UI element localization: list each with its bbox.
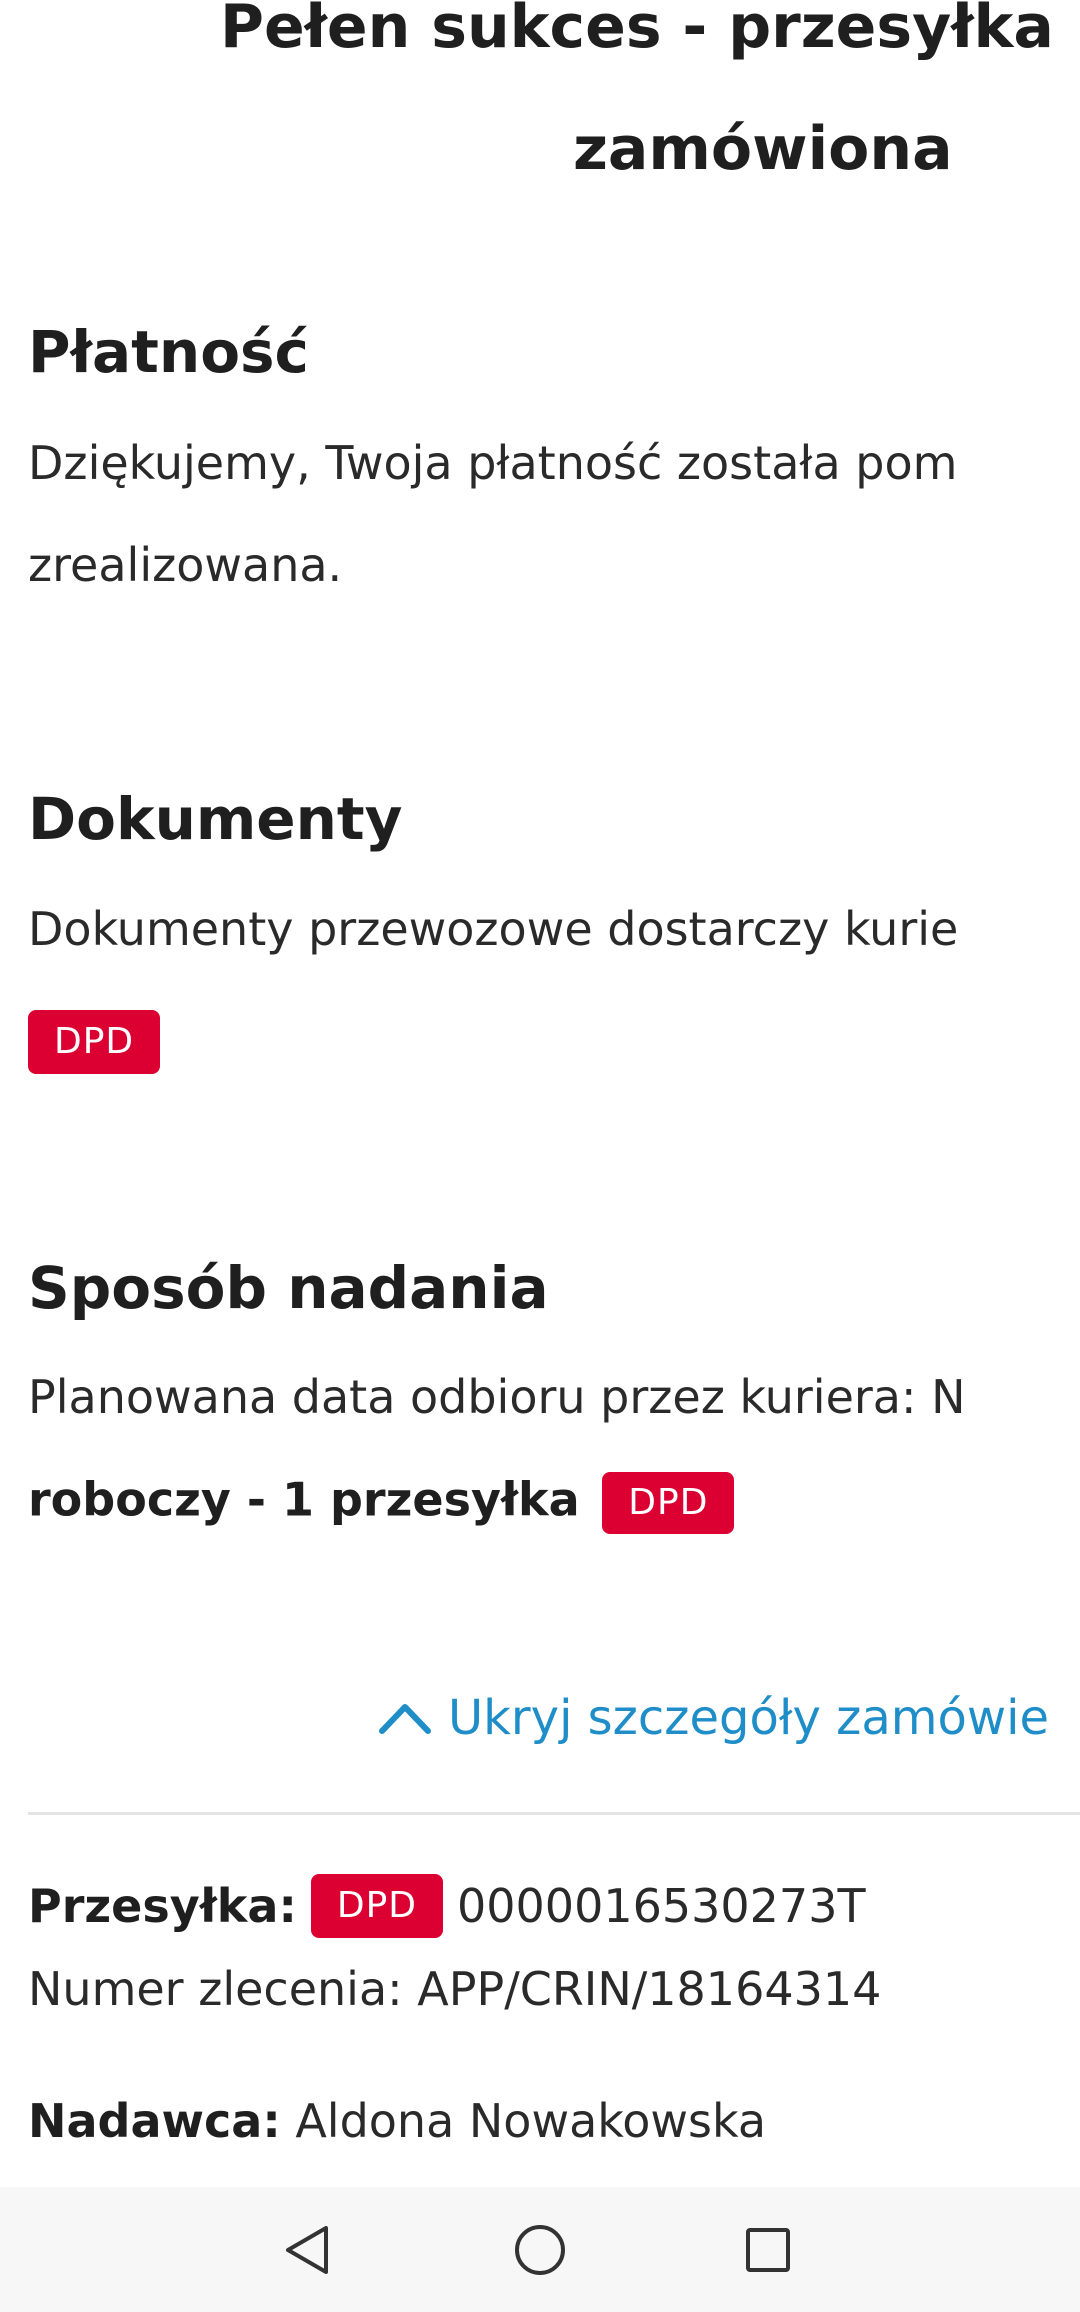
sender-label: Nadawca:: [28, 2094, 281, 2148]
shipment-dpd-badge: DPD: [310, 1874, 443, 1938]
section-divider: [28, 1812, 1080, 1815]
shipment-number: 0000016530273T: [457, 1879, 866, 1933]
recents-button[interactable]: [733, 2215, 803, 2285]
documents-heading: Dokumenty: [28, 785, 403, 853]
documents-dpd-badge: DPD: [28, 1010, 161, 1074]
shipping-method-heading: Sposób nadania: [28, 1254, 549, 1322]
back-button[interactable]: [272, 2215, 342, 2285]
shipping-dpd-badge: DPD: [602, 1472, 735, 1534]
recents-square-icon: [746, 2228, 790, 2272]
home-button[interactable]: [505, 2215, 575, 2285]
shipment-label: Przesyłka:: [28, 1879, 297, 1933]
payment-heading: Płatność: [28, 318, 309, 386]
page-title-line1: Pełen sukces - przesyłka: [220, 0, 1054, 62]
documents-text: Dokumenty przewozowe dostarczy kurie: [28, 902, 959, 956]
payment-text-line1: Dziękujemy, Twoja płatność została pom: [28, 436, 958, 490]
hide-order-details-label: Ukryj szczegóły zamówie: [448, 1690, 1049, 1746]
pickup-summary: roboczy - 1 przesyłka: [28, 1472, 580, 1527]
chevron-up-icon: [379, 1704, 431, 1734]
system-navigation-bar: [0, 2187, 1080, 2312]
page-title-line2: zamówiona: [573, 114, 953, 184]
shipment-row: Przesyłka: DPD 0000016530273T: [28, 1874, 866, 1938]
hide-order-details-link[interactable]: Ukryj szczegóły zamówie: [378, 1690, 1049, 1746]
shipping-method-text-line1: Planowana data odbioru przez kuriera: N: [28, 1370, 966, 1424]
payment-text-line2: zrealizowana.: [28, 538, 343, 592]
order-confirmation-page: Pełen sukces - przesyłka zamówiona Płatn…: [0, 0, 1080, 2187]
back-triangle-icon: [286, 2226, 328, 2274]
shipping-method-text-line2: roboczy - 1 przesyłka DPD: [28, 1472, 735, 1534]
sender-row: Nadawca: Aldona Nowakowska: [28, 2094, 766, 2148]
order-number: Numer zlecenia: APP/CRIN/18164314: [28, 1962, 882, 2016]
sender-name: Aldona Nowakowska: [295, 2094, 767, 2148]
home-circle-icon: [515, 2225, 565, 2275]
